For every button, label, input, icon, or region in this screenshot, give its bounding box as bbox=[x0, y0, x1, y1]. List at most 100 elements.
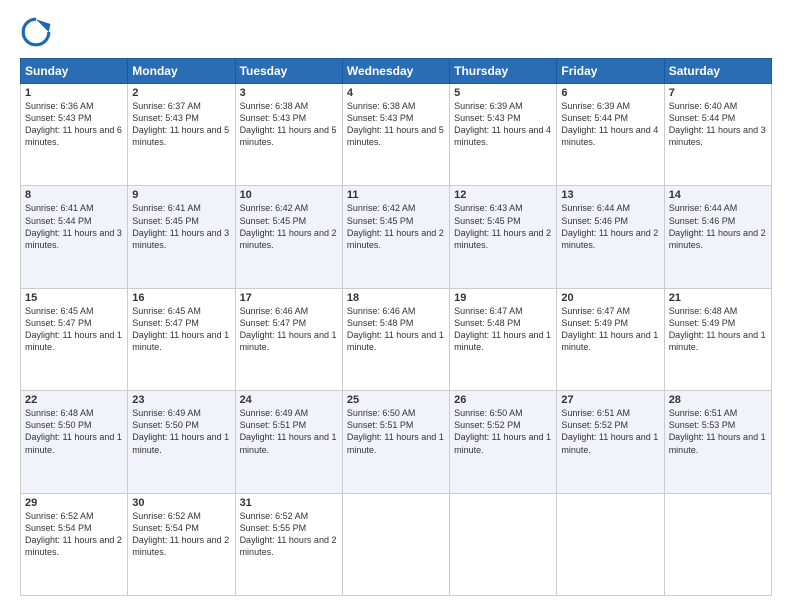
day-info: Sunrise: 6:43 AM Sunset: 5:45 PM Dayligh… bbox=[454, 202, 552, 251]
calendar-cell: 29 Sunrise: 6:52 AM Sunset: 5:54 PM Dayl… bbox=[21, 493, 128, 595]
day-number: 4 bbox=[347, 87, 445, 99]
calendar-week-row: 1 Sunrise: 6:36 AM Sunset: 5:43 PM Dayli… bbox=[21, 84, 772, 186]
day-info: Sunrise: 6:52 AM Sunset: 5:54 PM Dayligh… bbox=[25, 510, 123, 559]
day-info: Sunrise: 6:39 AM Sunset: 5:43 PM Dayligh… bbox=[454, 100, 552, 149]
day-number: 15 bbox=[25, 292, 123, 304]
calendar-day-header: Wednesday bbox=[342, 59, 449, 84]
calendar-day-header: Thursday bbox=[450, 59, 557, 84]
calendar-cell: 19 Sunrise: 6:47 AM Sunset: 5:48 PM Dayl… bbox=[450, 288, 557, 390]
calendar-cell: 23 Sunrise: 6:49 AM Sunset: 5:50 PM Dayl… bbox=[128, 391, 235, 493]
day-number: 2 bbox=[132, 87, 230, 99]
calendar-cell: 16 Sunrise: 6:45 AM Sunset: 5:47 PM Dayl… bbox=[128, 288, 235, 390]
day-info: Sunrise: 6:51 AM Sunset: 5:53 PM Dayligh… bbox=[669, 407, 767, 456]
day-info: Sunrise: 6:50 AM Sunset: 5:51 PM Dayligh… bbox=[347, 407, 445, 456]
day-number: 21 bbox=[669, 292, 767, 304]
calendar-week-row: 8 Sunrise: 6:41 AM Sunset: 5:44 PM Dayli… bbox=[21, 186, 772, 288]
calendar-cell: 17 Sunrise: 6:46 AM Sunset: 5:47 PM Dayl… bbox=[235, 288, 342, 390]
day-info: Sunrise: 6:42 AM Sunset: 5:45 PM Dayligh… bbox=[347, 202, 445, 251]
day-info: Sunrise: 6:45 AM Sunset: 5:47 PM Dayligh… bbox=[132, 305, 230, 354]
day-number: 24 bbox=[240, 394, 338, 406]
day-number: 18 bbox=[347, 292, 445, 304]
calendar-cell bbox=[450, 493, 557, 595]
calendar-cell: 2 Sunrise: 6:37 AM Sunset: 5:43 PM Dayli… bbox=[128, 84, 235, 186]
day-number: 10 bbox=[240, 189, 338, 201]
day-number: 12 bbox=[454, 189, 552, 201]
calendar-day-header: Monday bbox=[128, 59, 235, 84]
day-info: Sunrise: 6:39 AM Sunset: 5:44 PM Dayligh… bbox=[561, 100, 659, 149]
calendar-cell: 26 Sunrise: 6:50 AM Sunset: 5:52 PM Dayl… bbox=[450, 391, 557, 493]
header bbox=[20, 16, 772, 48]
day-info: Sunrise: 6:44 AM Sunset: 5:46 PM Dayligh… bbox=[669, 202, 767, 251]
day-number: 26 bbox=[454, 394, 552, 406]
calendar-cell: 15 Sunrise: 6:45 AM Sunset: 5:47 PM Dayl… bbox=[21, 288, 128, 390]
day-info: Sunrise: 6:47 AM Sunset: 5:49 PM Dayligh… bbox=[561, 305, 659, 354]
calendar-cell: 24 Sunrise: 6:49 AM Sunset: 5:51 PM Dayl… bbox=[235, 391, 342, 493]
day-info: Sunrise: 6:49 AM Sunset: 5:51 PM Dayligh… bbox=[240, 407, 338, 456]
day-number: 1 bbox=[25, 87, 123, 99]
day-number: 16 bbox=[132, 292, 230, 304]
day-number: 9 bbox=[132, 189, 230, 201]
day-info: Sunrise: 6:49 AM Sunset: 5:50 PM Dayligh… bbox=[132, 407, 230, 456]
day-number: 20 bbox=[561, 292, 659, 304]
calendar-cell: 3 Sunrise: 6:38 AM Sunset: 5:43 PM Dayli… bbox=[235, 84, 342, 186]
calendar-cell: 11 Sunrise: 6:42 AM Sunset: 5:45 PM Dayl… bbox=[342, 186, 449, 288]
day-info: Sunrise: 6:37 AM Sunset: 5:43 PM Dayligh… bbox=[132, 100, 230, 149]
calendar-cell: 10 Sunrise: 6:42 AM Sunset: 5:45 PM Dayl… bbox=[235, 186, 342, 288]
day-number: 14 bbox=[669, 189, 767, 201]
day-number: 23 bbox=[132, 394, 230, 406]
logo-icon bbox=[20, 16, 52, 48]
day-number: 29 bbox=[25, 497, 123, 509]
day-number: 27 bbox=[561, 394, 659, 406]
day-info: Sunrise: 6:50 AM Sunset: 5:52 PM Dayligh… bbox=[454, 407, 552, 456]
page: SundayMondayTuesdayWednesdayThursdayFrid… bbox=[0, 0, 792, 612]
day-info: Sunrise: 6:44 AM Sunset: 5:46 PM Dayligh… bbox=[561, 202, 659, 251]
day-number: 13 bbox=[561, 189, 659, 201]
calendar-cell: 1 Sunrise: 6:36 AM Sunset: 5:43 PM Dayli… bbox=[21, 84, 128, 186]
day-info: Sunrise: 6:41 AM Sunset: 5:44 PM Dayligh… bbox=[25, 202, 123, 251]
day-info: Sunrise: 6:48 AM Sunset: 5:50 PM Dayligh… bbox=[25, 407, 123, 456]
day-number: 31 bbox=[240, 497, 338, 509]
day-number: 17 bbox=[240, 292, 338, 304]
day-number: 5 bbox=[454, 87, 552, 99]
calendar-cell bbox=[664, 493, 771, 595]
calendar-cell: 31 Sunrise: 6:52 AM Sunset: 5:55 PM Dayl… bbox=[235, 493, 342, 595]
day-info: Sunrise: 6:46 AM Sunset: 5:47 PM Dayligh… bbox=[240, 305, 338, 354]
calendar-cell: 20 Sunrise: 6:47 AM Sunset: 5:49 PM Dayl… bbox=[557, 288, 664, 390]
calendar-cell bbox=[342, 493, 449, 595]
calendar-week-row: 22 Sunrise: 6:48 AM Sunset: 5:50 PM Dayl… bbox=[21, 391, 772, 493]
day-info: Sunrise: 6:46 AM Sunset: 5:48 PM Dayligh… bbox=[347, 305, 445, 354]
day-info: Sunrise: 6:38 AM Sunset: 5:43 PM Dayligh… bbox=[240, 100, 338, 149]
day-number: 6 bbox=[561, 87, 659, 99]
calendar-cell: 12 Sunrise: 6:43 AM Sunset: 5:45 PM Dayl… bbox=[450, 186, 557, 288]
calendar-cell: 18 Sunrise: 6:46 AM Sunset: 5:48 PM Dayl… bbox=[342, 288, 449, 390]
day-number: 11 bbox=[347, 189, 445, 201]
calendar-cell: 27 Sunrise: 6:51 AM Sunset: 5:52 PM Dayl… bbox=[557, 391, 664, 493]
day-number: 30 bbox=[132, 497, 230, 509]
day-info: Sunrise: 6:45 AM Sunset: 5:47 PM Dayligh… bbox=[25, 305, 123, 354]
day-number: 3 bbox=[240, 87, 338, 99]
calendar-cell: 5 Sunrise: 6:39 AM Sunset: 5:43 PM Dayli… bbox=[450, 84, 557, 186]
calendar-cell: 6 Sunrise: 6:39 AM Sunset: 5:44 PM Dayli… bbox=[557, 84, 664, 186]
calendar-cell: 9 Sunrise: 6:41 AM Sunset: 5:45 PM Dayli… bbox=[128, 186, 235, 288]
day-info: Sunrise: 6:40 AM Sunset: 5:44 PM Dayligh… bbox=[669, 100, 767, 149]
calendar-cell: 25 Sunrise: 6:50 AM Sunset: 5:51 PM Dayl… bbox=[342, 391, 449, 493]
day-number: 19 bbox=[454, 292, 552, 304]
day-info: Sunrise: 6:38 AM Sunset: 5:43 PM Dayligh… bbox=[347, 100, 445, 149]
calendar-day-header: Tuesday bbox=[235, 59, 342, 84]
day-number: 28 bbox=[669, 394, 767, 406]
calendar-day-header: Saturday bbox=[664, 59, 771, 84]
calendar-cell: 14 Sunrise: 6:44 AM Sunset: 5:46 PM Dayl… bbox=[664, 186, 771, 288]
calendar-cell: 4 Sunrise: 6:38 AM Sunset: 5:43 PM Dayli… bbox=[342, 84, 449, 186]
day-number: 22 bbox=[25, 394, 123, 406]
day-info: Sunrise: 6:42 AM Sunset: 5:45 PM Dayligh… bbox=[240, 202, 338, 251]
day-info: Sunrise: 6:51 AM Sunset: 5:52 PM Dayligh… bbox=[561, 407, 659, 456]
logo bbox=[20, 16, 56, 48]
calendar-week-row: 29 Sunrise: 6:52 AM Sunset: 5:54 PM Dayl… bbox=[21, 493, 772, 595]
day-info: Sunrise: 6:52 AM Sunset: 5:55 PM Dayligh… bbox=[240, 510, 338, 559]
calendar-cell: 22 Sunrise: 6:48 AM Sunset: 5:50 PM Dayl… bbox=[21, 391, 128, 493]
calendar-cell bbox=[557, 493, 664, 595]
calendar-table: SundayMondayTuesdayWednesdayThursdayFrid… bbox=[20, 58, 772, 596]
calendar-day-header: Sunday bbox=[21, 59, 128, 84]
day-info: Sunrise: 6:36 AM Sunset: 5:43 PM Dayligh… bbox=[25, 100, 123, 149]
day-number: 25 bbox=[347, 394, 445, 406]
